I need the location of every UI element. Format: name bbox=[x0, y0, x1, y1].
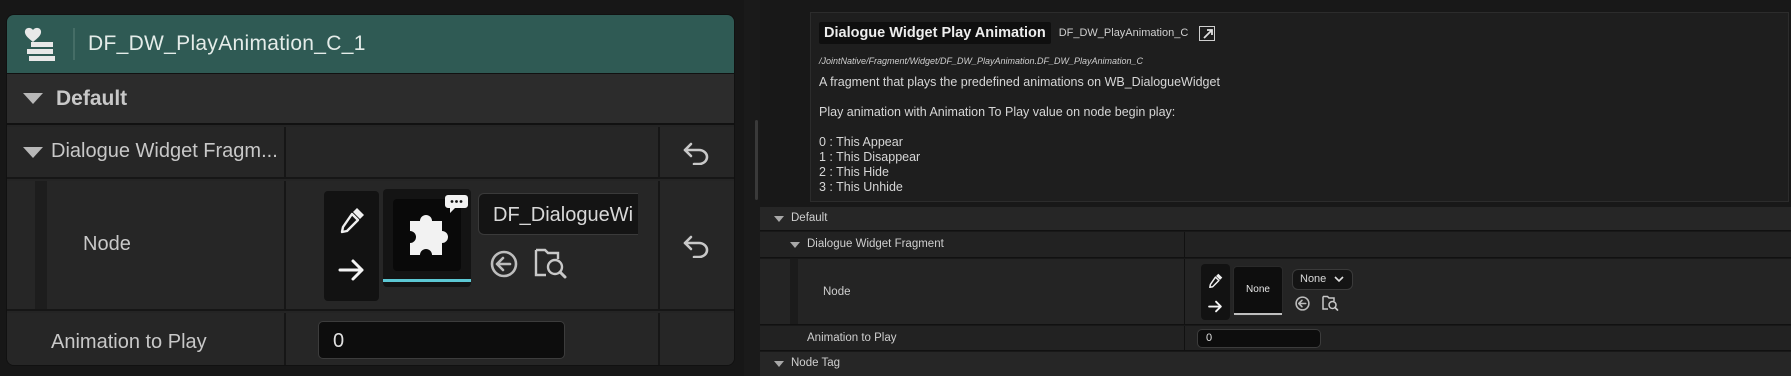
node-thumbnail[interactable] bbox=[383, 189, 471, 287]
animation-to-play-input[interactable]: 0 bbox=[1197, 329, 1321, 348]
option-item: 0 : This Appear bbox=[819, 135, 903, 149]
thumbnail-accent-bar bbox=[383, 279, 471, 282]
node-row: Node DF_DialogueWi bbox=[7, 181, 734, 311]
expand-triangle-icon[interactable] bbox=[774, 216, 784, 222]
tooltip-asset-path: /JointNative/Fragment/Widget/DF_DW_PlayA… bbox=[819, 56, 1144, 66]
chevron-down-icon bbox=[1334, 276, 1344, 283]
node-combo-box[interactable]: DF_DialogueWi bbox=[478, 193, 638, 235]
scrollbar[interactable] bbox=[755, 120, 758, 200]
column-divider bbox=[1184, 326, 1185, 350]
value-column bbox=[288, 127, 658, 177]
name-column: Node bbox=[7, 181, 286, 309]
comment-badge-icon bbox=[445, 195, 468, 213]
node-label: Node bbox=[823, 286, 851, 298]
indent-bar bbox=[790, 259, 798, 324]
node-label: Node bbox=[83, 233, 131, 255]
value-column: 0 bbox=[288, 313, 658, 365]
use-selected-arrow-icon[interactable] bbox=[1208, 300, 1223, 313]
open-asset-icon[interactable] bbox=[1199, 25, 1216, 41]
category-default-label: Default bbox=[791, 212, 828, 224]
dialogue-widget-fragment-label: Dialogue Widget Fragm... bbox=[51, 140, 278, 162]
picker-tools bbox=[324, 191, 379, 301]
option-item: 3 : This Unhide bbox=[819, 180, 903, 194]
animation-to-play-label: Animation to Play bbox=[807, 332, 897, 344]
indent-bar bbox=[35, 181, 47, 309]
expand-triangle-icon[interactable] bbox=[23, 147, 43, 158]
column-divider bbox=[1184, 232, 1185, 257]
tooltip-play-note: Play animation with Animation To Play va… bbox=[819, 105, 1176, 119]
category-node-tag-label: Node Tag bbox=[791, 357, 841, 369]
reset-column bbox=[658, 313, 734, 365]
node-card: DF_DW_PlayAnimation_C_1 Default Dialogue… bbox=[6, 14, 735, 366]
category-default-header[interactable]: Default bbox=[760, 207, 1791, 231]
tooltip-description: A fragment that plays the predefined ani… bbox=[819, 75, 1220, 89]
category-default-header[interactable]: Default bbox=[7, 73, 734, 125]
animation-to-play-row: Animation to Play 0 bbox=[760, 326, 1791, 351]
browse-back-icon[interactable] bbox=[488, 248, 520, 280]
tooltip-options-list: 0 : This Appear 1 : This Disappear 2 : T… bbox=[819, 135, 920, 195]
fragment-node-icon bbox=[19, 22, 63, 66]
tooltip-class-name: DF_DW_PlayAnimation_C bbox=[1058, 27, 1189, 39]
browse-back-icon[interactable] bbox=[1294, 295, 1311, 312]
thumbnail-none-text: None bbox=[1246, 284, 1270, 295]
animation-to-play-input[interactable]: 0 bbox=[318, 321, 565, 359]
title-separator bbox=[73, 28, 75, 60]
tooltip-title: Dialogue Widget Play Animation bbox=[819, 22, 1051, 44]
dialogue-widget-fragment-row: Dialogue Widget Fragment bbox=[760, 232, 1791, 258]
eyedropper-icon[interactable] bbox=[1207, 272, 1224, 289]
details-panel: Dialogue Widget Play Animation DF_DW_Pla… bbox=[755, 0, 1791, 376]
dialogue-widget-fragment-label: Dialogue Widget Fragment bbox=[807, 238, 944, 250]
zoomed-node-panel: DF_DW_PlayAnimation_C_1 Default Dialogue… bbox=[0, 0, 744, 376]
reset-column bbox=[658, 127, 734, 177]
node-combo-value: None bbox=[1300, 273, 1327, 285]
thumbnail-accent-bar bbox=[1234, 313, 1282, 315]
name-column: Dialogue Widget Fragm... bbox=[7, 127, 286, 177]
category-default-label: Default bbox=[56, 86, 128, 110]
option-item: 1 : This Disappear bbox=[819, 150, 921, 164]
eyedropper-icon[interactable] bbox=[337, 205, 367, 235]
reset-to-default-icon[interactable] bbox=[682, 141, 712, 165]
picker-tools bbox=[1201, 264, 1230, 320]
expand-triangle-icon[interactable] bbox=[790, 242, 800, 248]
node-thumbnail[interactable]: None bbox=[1233, 266, 1283, 316]
puzzle-piece-icon bbox=[410, 215, 448, 255]
node-title: DF_DW_PlayAnimation_C_1 bbox=[88, 32, 366, 55]
category-node-tag-header[interactable]: Node Tag bbox=[760, 352, 1791, 376]
reset-column bbox=[658, 181, 734, 309]
find-in-browser-icon[interactable] bbox=[532, 245, 568, 281]
name-column: Animation to Play bbox=[7, 313, 286, 365]
dialogue-widget-fragment-row: Dialogue Widget Fragm... bbox=[7, 127, 734, 179]
find-in-browser-icon[interactable] bbox=[1321, 294, 1339, 312]
value-column: DF_DialogueWi bbox=[288, 181, 658, 309]
node-title-bar: DF_DW_PlayAnimation_C_1 bbox=[7, 15, 734, 73]
expand-triangle-icon[interactable] bbox=[23, 93, 43, 104]
option-item: 2 : This Hide bbox=[819, 165, 889, 179]
node-combo-box[interactable]: None bbox=[1292, 269, 1353, 290]
class-tooltip: Dialogue Widget Play Animation DF_DW_Pla… bbox=[810, 12, 1789, 202]
use-selected-arrow-icon[interactable] bbox=[338, 258, 366, 282]
tooltip-header: Dialogue Widget Play Animation DF_DW_Pla… bbox=[819, 21, 1216, 45]
animation-to-play-row: Animation to Play 0 bbox=[7, 313, 734, 365]
animation-to-play-label: Animation to Play bbox=[51, 331, 207, 353]
expand-triangle-icon[interactable] bbox=[774, 361, 784, 367]
reset-to-default-icon[interactable] bbox=[682, 234, 712, 258]
column-divider bbox=[1184, 259, 1185, 324]
node-row: Node None None bbox=[760, 259, 1791, 325]
